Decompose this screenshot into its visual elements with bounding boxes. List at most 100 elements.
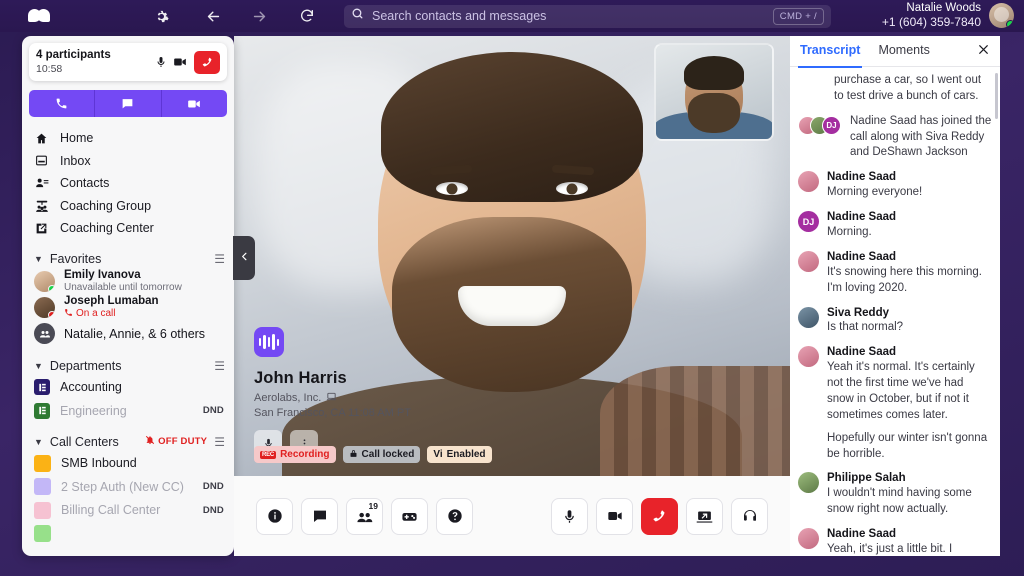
message-text: Is that normal? — [827, 320, 992, 336]
microphone-icon[interactable] — [151, 56, 170, 68]
video-action[interactable] — [162, 90, 227, 117]
message-text: It's snowing here this morning. I'm lovi… — [827, 265, 992, 297]
contact-status: On a call — [64, 308, 159, 320]
transcript-list[interactable]: purchase a car, so I went out to test dr… — [790, 67, 1000, 556]
headset-button[interactable] — [731, 498, 768, 535]
sidebar-item-coaching-group[interactable]: Coaching Group — [22, 195, 234, 218]
refresh-icon[interactable] — [292, 1, 322, 31]
tab-transcript[interactable]: Transcript — [800, 43, 860, 59]
rec-icon: REC — [260, 451, 276, 459]
sidebar-collapse-handle[interactable] — [233, 236, 255, 280]
scrollbar[interactable] — [995, 73, 998, 119]
department-item[interactable]: Engineering DND — [22, 399, 234, 423]
drag-handle-icon[interactable]: ☰ — [214, 359, 224, 373]
search-shortcut-badge: CMD + / — [773, 8, 824, 25]
lock-icon — [349, 449, 358, 461]
group-icon — [34, 323, 55, 344]
call-center-item[interactable]: SMB Inbound — [22, 452, 234, 476]
message-text: I wouldn't mind having some snow right n… — [827, 486, 992, 518]
active-call-card[interactable]: 4 participants 10:58 — [29, 43, 227, 81]
avatar[interactable] — [989, 3, 1014, 28]
avatar — [34, 297, 55, 318]
message-text: Yeah it's normal. It's certainly not the… — [827, 360, 992, 423]
sidebar-item-inbox[interactable]: Inbox — [22, 150, 234, 173]
dnd-badge: DND — [203, 481, 224, 492]
departments-section-header[interactable]: ▼ Departments ☰ — [22, 356, 234, 376]
call-controls: 19 — [234, 476, 790, 556]
call-chat-button[interactable] — [301, 498, 338, 535]
favorite-item[interactable]: Joseph Lumaban On a call — [22, 295, 234, 321]
close-icon[interactable] — [977, 43, 990, 59]
avatar: DJ — [798, 211, 819, 232]
favorite-item[interactable]: Emily Ivanova Unavailable until tomorrow — [22, 269, 234, 295]
color-swatch — [34, 478, 51, 495]
sidebar-item-coaching-center[interactable]: Coaching Center — [22, 217, 234, 240]
status-badge: Vi Enabled — [427, 446, 491, 463]
caret-down-icon: ▼ — [34, 437, 43, 447]
call-centers-section-header[interactable]: ▼ Call Centers OFF DUTY ☰ — [22, 432, 234, 452]
hangup-button[interactable] — [641, 498, 678, 535]
caller-org: Aerolabs, Inc. — [254, 391, 411, 405]
transcript-continuation: purchase a car, so I went out to test dr… — [798, 73, 992, 105]
off-duty-badge[interactable]: OFF DUTY — [145, 435, 207, 448]
tab-moments[interactable]: Moments — [878, 43, 929, 59]
self-view[interactable] — [654, 43, 774, 141]
avatar — [34, 271, 55, 292]
participants-button[interactable]: 19 — [346, 498, 383, 535]
video-stage[interactable]: John Harris Aerolabs, Inc. San Francisco… — [234, 36, 790, 476]
status-badge-label: Enabled — [447, 449, 486, 460]
favorite-group-item[interactable]: Natalie, Annie, & 6 others — [22, 321, 234, 347]
speaker-name: Nadine Saad — [827, 345, 992, 360]
sidebar-item-label: Contacts — [60, 176, 109, 190]
off-duty-label: OFF DUTY — [158, 436, 207, 447]
camera-button[interactable] — [596, 498, 633, 535]
department-label: Accounting — [60, 380, 122, 394]
caller-info: John Harris Aerolabs, Inc. San Francisco… — [254, 327, 411, 456]
department-badge-icon — [34, 379, 50, 395]
back-arrow-icon[interactable] — [198, 1, 228, 31]
bell-off-icon — [145, 435, 155, 448]
call-center-item[interactable] — [22, 522, 234, 546]
participants-count-badge: 19 — [369, 501, 378, 511]
drag-handle-icon[interactable]: ☰ — [214, 435, 224, 449]
avatar — [798, 528, 819, 549]
color-swatch — [34, 455, 51, 472]
drag-handle-icon[interactable]: ☰ — [214, 252, 224, 266]
speaker-name: Nadine Saad — [827, 210, 992, 225]
gear-icon[interactable] — [146, 1, 176, 31]
call-center-item[interactable]: Billing Call Center DND — [22, 499, 234, 523]
speaker-name: Nadine Saad — [827, 250, 992, 265]
voice-intelligence-icon[interactable] — [254, 327, 284, 357]
vi-label: Vi — [433, 449, 442, 460]
search-input[interactable]: Search contacts and messages CMD + / — [344, 5, 831, 28]
dnd-badge: DND — [203, 505, 224, 516]
chat-bubbles-logo[interactable] — [28, 7, 54, 25]
transcript-panel: Transcript Moments purchase a car, so I … — [790, 36, 1000, 556]
external-link-icon — [34, 222, 49, 235]
avatar — [798, 251, 819, 272]
help-button[interactable] — [436, 498, 473, 535]
forward-arrow-icon[interactable] — [244, 1, 274, 31]
department-item[interactable]: Accounting — [22, 376, 234, 400]
speaker-name: Nadine Saad — [827, 527, 992, 542]
screen-share-button[interactable] — [686, 498, 723, 535]
message-action[interactable] — [95, 90, 161, 117]
phone-action[interactable] — [29, 90, 95, 117]
mute-button[interactable] — [551, 498, 588, 535]
current-user[interactable]: Natalie Woods +1 (604) 359-7840 — [882, 2, 1014, 29]
sidebar-item-contacts[interactable]: Contacts — [22, 172, 234, 195]
video-camera-icon[interactable] — [170, 55, 189, 69]
home-icon — [34, 132, 49, 145]
add-participant-button[interactable] — [391, 498, 428, 535]
end-call-button[interactable] — [194, 51, 220, 74]
phone-icon — [64, 308, 73, 320]
favorites-section-header[interactable]: ▼ Favorites ☰ — [22, 249, 234, 269]
contact-name: Joseph Lumaban — [64, 295, 159, 308]
transcript-message: Philippe Salah I wouldn't mind having so… — [798, 471, 992, 518]
color-swatch — [34, 525, 51, 542]
call-info-button[interactable] — [256, 498, 293, 535]
call-center-item[interactable]: 2 Step Auth (New CC) DND — [22, 475, 234, 499]
sidebar-item-home[interactable]: Home — [22, 127, 234, 150]
sidebar-item-label: Coaching Center — [60, 221, 154, 235]
presence-dot — [48, 311, 55, 318]
